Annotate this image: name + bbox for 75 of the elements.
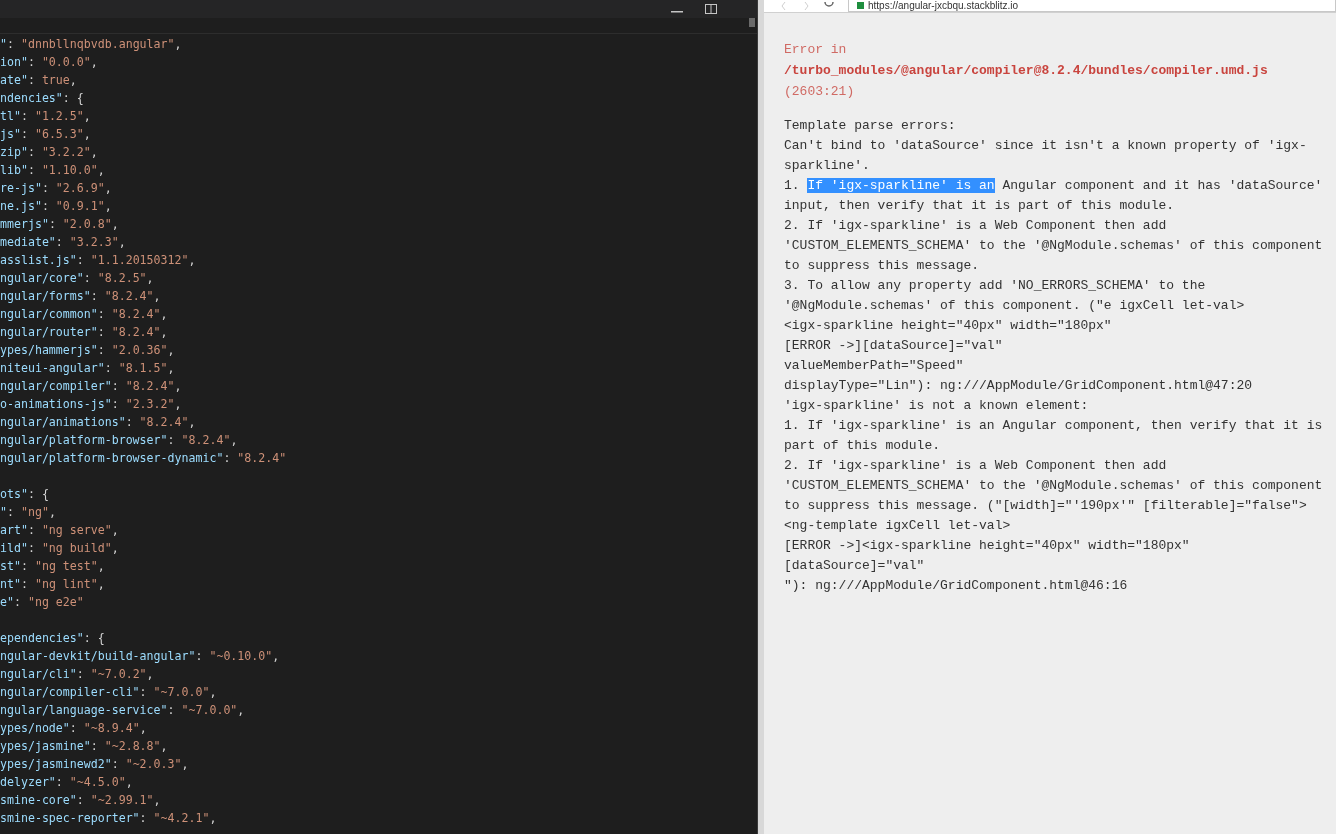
code-line: nt": "ng lint",: [0, 576, 106, 593]
error-message-line: to suppress this message.: [784, 257, 980, 275]
code-line: st": "ng test",: [0, 558, 106, 575]
code-line: ngular/core": "8.2.5",: [0, 270, 155, 287]
code-line: e": "ng e2e": [0, 594, 85, 611]
code-line: ate": true,: [0, 72, 78, 89]
code-line: ngular/animations": "8.2.4",: [0, 414, 197, 431]
code-line: ion": "0.0.0",: [0, 54, 99, 71]
error-message-line: to suppress this message. ("[width]="'190px'" [filterable]="false">: [784, 497, 1307, 515]
code-line: smine-spec-reporter": "~4.2.1",: [0, 810, 218, 827]
error-message-line: '@NgModule.schemas' of this component. ("e igxCell let-val>: [784, 297, 1245, 315]
code-line: ild": "ng build",: [0, 540, 120, 557]
error-file-path: /turbo_modules/@angular/compiler@8.2.4/bundles/compiler.umd.js: [784, 62, 1268, 80]
error-message-line: [ERROR ->][dataSource]="val": [784, 337, 1003, 355]
selected-text: If 'igx-sparkline' is an: [807, 178, 995, 193]
reload-icon[interactable]: [824, 2, 834, 10]
code-line: art": "ng serve",: [0, 522, 120, 539]
code-line: ngular-devkit/build-angular": "~0.10.0",: [0, 648, 281, 665]
code-line: ypes/jasminewd2": "~2.0.3",: [0, 756, 190, 773]
code-line: ypes/jasmine": "~2.8.8",: [0, 738, 169, 755]
error-message-line: 'CUSTOM_ELEMENTS_SCHEMA' to the '@NgModule.schemas' of this component: [784, 477, 1323, 495]
error-message-line: 'CUSTOM_ELEMENTS_SCHEMA' to the '@NgModule.schemas' of this component: [784, 237, 1323, 255]
error-message-line: sparkline'.: [784, 157, 870, 175]
code-line: ngular/router": "8.2.4",: [0, 324, 169, 341]
error-message-line: Template parse errors:: [784, 117, 956, 135]
error-message-line: <ng-template igxCell let-val>: [784, 517, 1011, 535]
error-message-line: 1. If 'igx-sparkline' is an Angular component and it has 'dataSource': [784, 177, 1323, 195]
code-line: asslist.js": "1.1.20150312",: [0, 252, 197, 269]
error-message-line: 2. If 'igx-sparkline' is a Web Component then add: [784, 217, 1167, 235]
code-line: delyzer": "~4.5.0",: [0, 774, 134, 791]
error-message-line: [dataSource]="val": [784, 557, 925, 575]
error-message-line: 3. To allow any property add 'NO_ERRORS_SCHEMA' to the: [784, 277, 1206, 295]
code-line: zip": "3.2.2",: [0, 144, 99, 161]
code-line: ypes/node": "~8.9.4",: [0, 720, 148, 737]
error-message-line: [ERROR ->]<igx-sparkline height="40px" width="180px": [784, 537, 1190, 555]
code-line: o-animations-js": "2.3.2",: [0, 396, 183, 413]
scrollbar-thumb[interactable]: [749, 18, 755, 27]
code-line: ngular/common": "8.2.4",: [0, 306, 169, 323]
code-line: ": "ng",: [0, 504, 57, 521]
code-line: ngular/cli": "~7.0.2",: [0, 666, 155, 683]
error-message-line: <igx-sparkline height="40px" width="180px": [784, 317, 1112, 335]
code-line: ependencies": {: [0, 630, 106, 647]
code-line: ne.js": "0.9.1",: [0, 198, 113, 215]
error-label: (2603:21): [784, 83, 855, 101]
code-line: re-js": "2.6.9",: [0, 180, 113, 197]
code-line: ypes/hammerjs": "2.0.36",: [0, 342, 176, 359]
code-line: lib": "1.10.0",: [0, 162, 106, 179]
code-line: ots": {: [0, 486, 50, 503]
code-line: js": "6.5.3",: [0, 126, 92, 143]
address-bar[interactable]: https://angular-jxcbqu.stackblitz.io: [848, 0, 1336, 12]
code-line: ngular/platform-browser": "8.2.4",: [0, 432, 239, 449]
error-message-line: displayType="Lin"): ng:///AppModule/GridComponent.html@47:20: [784, 377, 1253, 395]
split-editor-icon[interactable]: [705, 4, 717, 14]
code-line: ngular/compiler": "8.2.4",: [0, 378, 183, 395]
code-line: ngular/forms": "8.2.4",: [0, 288, 162, 305]
code-line: smine-core": "~2.99.1",: [0, 792, 162, 809]
error-message-line: valueMemberPath="Speed": [784, 357, 964, 375]
error-message-line: Can't bind to 'dataSource' since it isn't a known property of 'igx-: [784, 137, 1307, 155]
code-line: tl": "1.2.5",: [0, 108, 92, 125]
code-line: niteui-angular": "8.1.5",: [0, 360, 176, 377]
error-message-line: input, then verify that it is part of this module.: [784, 197, 1175, 215]
code-line: ngular/compiler-cli": "~7.0.0",: [0, 684, 218, 701]
code-line: ": "dnnbllnqbvdb.angular",: [0, 36, 183, 53]
code-line: ndencies": {: [0, 90, 85, 107]
error-message-line: "): ng:///AppModule/GridComponent.html@46:16: [784, 577, 1128, 595]
error-message-line: 'igx-sparkline' is not a known element:: [784, 397, 1089, 415]
error-message-line: 1. If 'igx-sparkline' is an Angular component, then verify that it is: [784, 417, 1323, 435]
code-line: ngular/language-service": "~7.0.0",: [0, 702, 246, 719]
error-message-line: part of this module.: [784, 437, 941, 455]
error-label: Error in: [784, 41, 847, 59]
code-line: ngular/platform-browser-dynamic": "8.2.4": [0, 450, 288, 467]
pane-splitter[interactable]: [757, 0, 764, 834]
code-line: mmerjs": "2.0.8",: [0, 216, 120, 233]
code-line: mediate": "3.2.3",: [0, 234, 127, 251]
error-message-line: 2. If 'igx-sparkline' is a Web Component then add: [784, 457, 1167, 475]
